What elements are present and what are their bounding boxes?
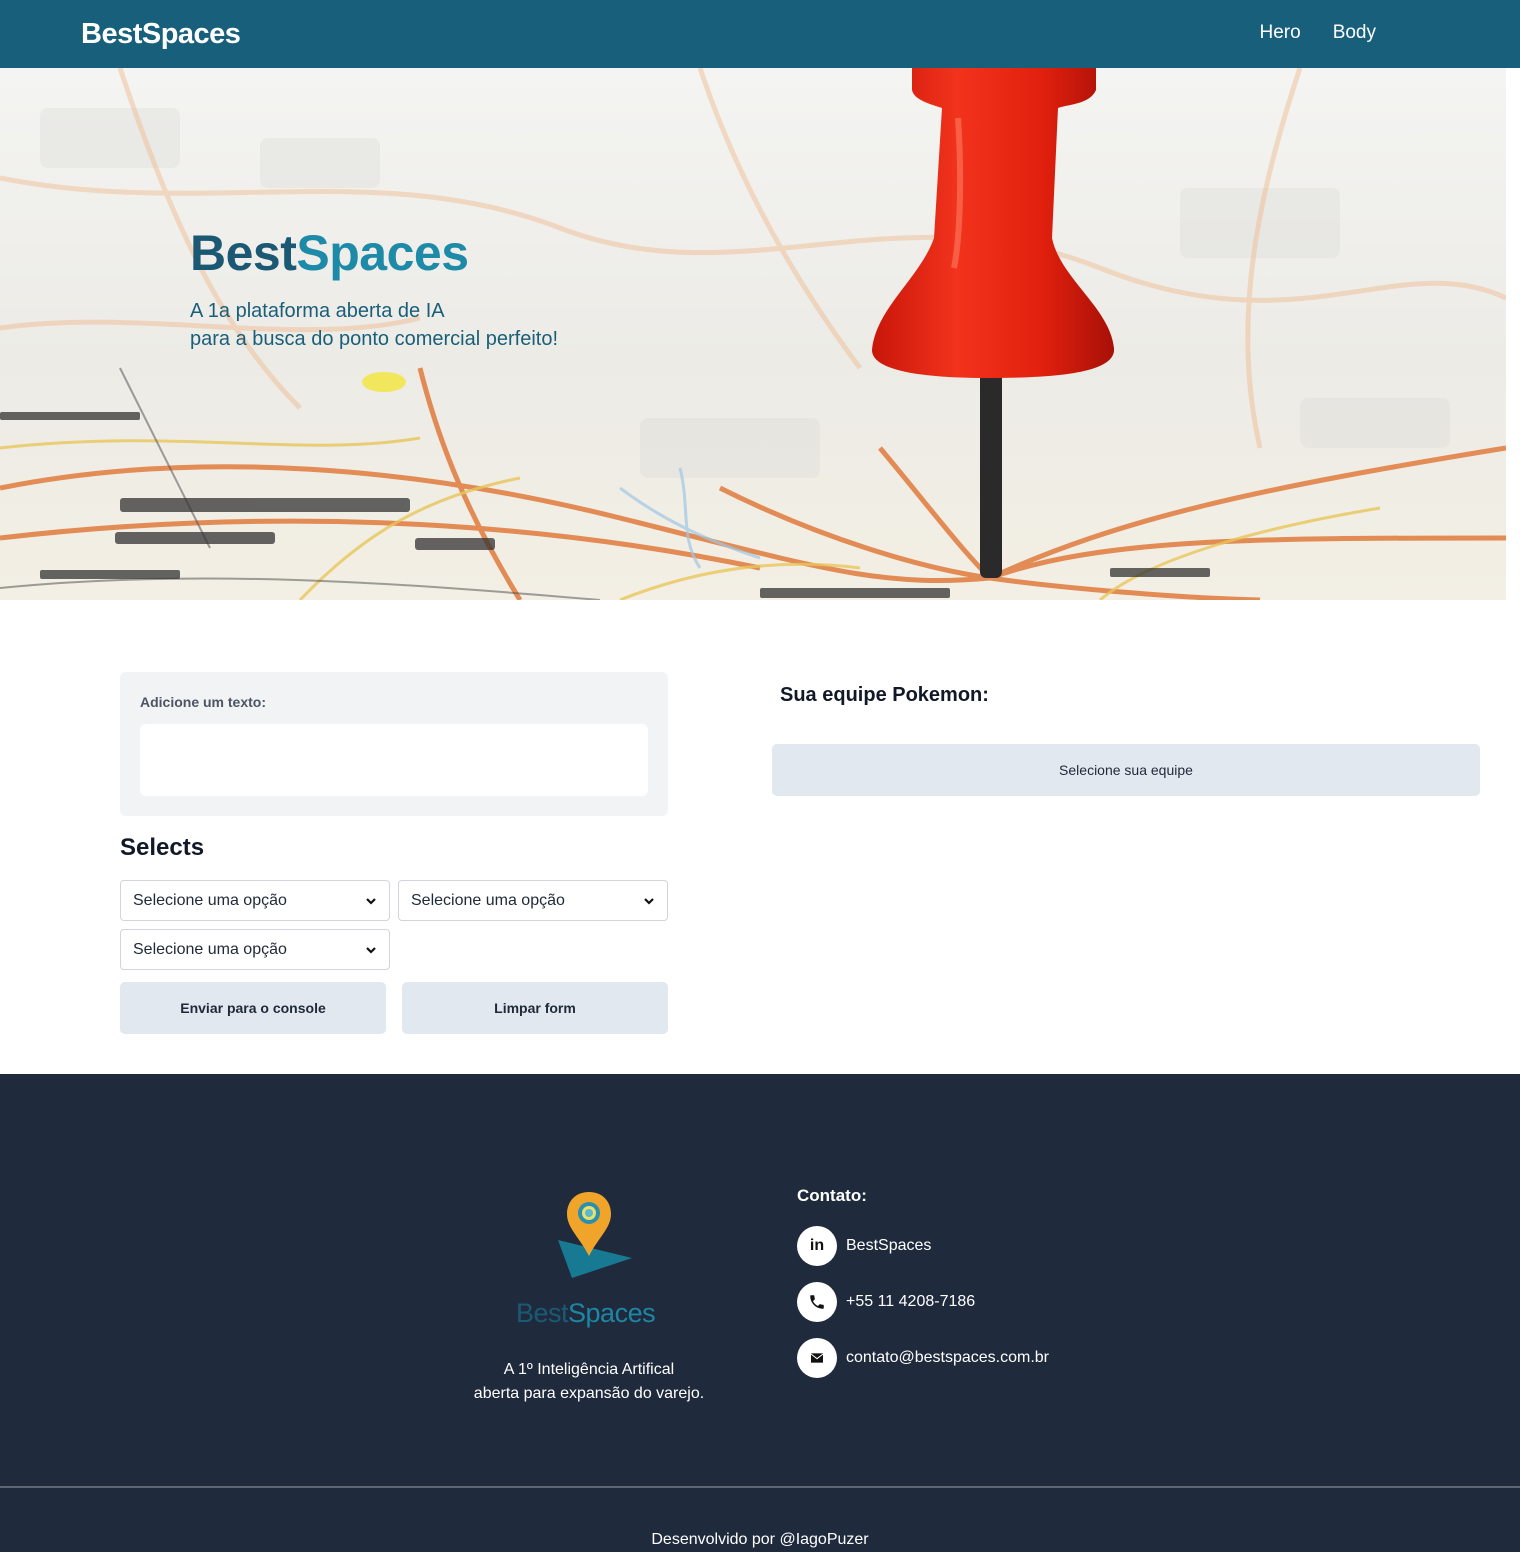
contact-linkedin-text[interactable]: BestSpaces <box>846 1237 931 1255</box>
select-value: Selecione uma opção <box>133 891 287 909</box>
contact-email-text[interactable]: contato@bestspaces.com.br <box>846 1349 1049 1367</box>
nav-link-hero[interactable]: Hero <box>1260 22 1301 44</box>
phone-icon[interactable] <box>797 1282 837 1322</box>
top-navbar: BestSpaces Hero Body <box>0 0 1520 68</box>
hero-title-part1: Best <box>190 225 297 281</box>
text-input-label: Adicione um texto: <box>140 694 267 710</box>
select-value: Selecione uma opção <box>133 940 287 958</box>
hero-subtitle-line1: A 1a plataforma aberta de IA <box>190 300 445 322</box>
text-input[interactable] <box>140 724 648 796</box>
hero-section: BestSpaces A 1a plataforma aberta de IA … <box>0 68 1506 600</box>
contact-email[interactable]: contato@bestspaces.com.br <box>797 1338 1049 1378</box>
contact-phone[interactable]: +55 11 4208-7186 <box>797 1282 975 1322</box>
phone-glyph <box>810 1295 824 1309</box>
chevron-down-icon <box>366 947 376 954</box>
hero-subtitle-line2: para a busca do ponto comercial perfeito… <box>190 328 558 350</box>
select-dropdown-1[interactable]: Selecione uma opção <box>120 880 390 921</box>
mail-icon[interactable] <box>797 1338 837 1378</box>
footer-logo-part1: Best <box>516 1298 569 1328</box>
text-input-card: Adicione um texto: <box>120 672 668 816</box>
brand-logo[interactable]: BestSpaces <box>81 18 241 51</box>
footer <box>0 1074 1520 1552</box>
footer-logo-text: BestSpaces <box>516 1298 656 1329</box>
footer-tagline-line2: aberta para expansão do varejo. <box>473 1385 705 1402</box>
send-to-console-button[interactable]: Enviar para o console <box>120 982 386 1034</box>
nav-links: Hero Body <box>1260 22 1377 44</box>
nav-link-body[interactable]: Body <box>1333 22 1376 44</box>
hero-title: BestSpaces <box>190 224 469 282</box>
contact-heading: Contato: <box>797 1186 867 1205</box>
footer-tagline: A 1º Inteligência Artifical aberta para … <box>440 1358 738 1406</box>
select-team-button[interactable]: Selecione sua equipe <box>772 744 1480 796</box>
mail-glyph <box>810 1353 824 1363</box>
chevron-down-icon <box>366 898 376 905</box>
footer-credits: Desenvolvido por @IagoPuzer <box>651 1531 869 1548</box>
hero-title-part2: Spaces <box>296 225 469 281</box>
clear-form-button[interactable]: Limpar form <box>402 982 668 1034</box>
footer-divider <box>0 1486 1520 1488</box>
selects-heading: Selects <box>120 834 205 861</box>
team-heading: Sua equipe Pokemon: <box>780 684 989 706</box>
select-dropdown-2[interactable]: Selecione uma opção <box>398 880 668 921</box>
contact-linkedin[interactable]: in BestSpaces <box>797 1226 931 1266</box>
select-dropdown-3[interactable]: Selecione uma opção <box>120 929 390 970</box>
footer-tagline-line1: A 1º Inteligência Artifical <box>503 1361 675 1378</box>
linkedin-icon[interactable]: in <box>797 1226 837 1266</box>
select-value: Selecione uma opção <box>411 891 565 909</box>
map-pin-logo-icon <box>558 1192 632 1278</box>
chevron-down-icon <box>644 898 654 905</box>
footer-logo-part2: Spaces <box>568 1298 656 1328</box>
contact-phone-text[interactable]: +55 11 4208-7186 <box>846 1293 975 1311</box>
hero-subtitle: A 1a plataforma aberta de IA para a busc… <box>190 297 558 353</box>
